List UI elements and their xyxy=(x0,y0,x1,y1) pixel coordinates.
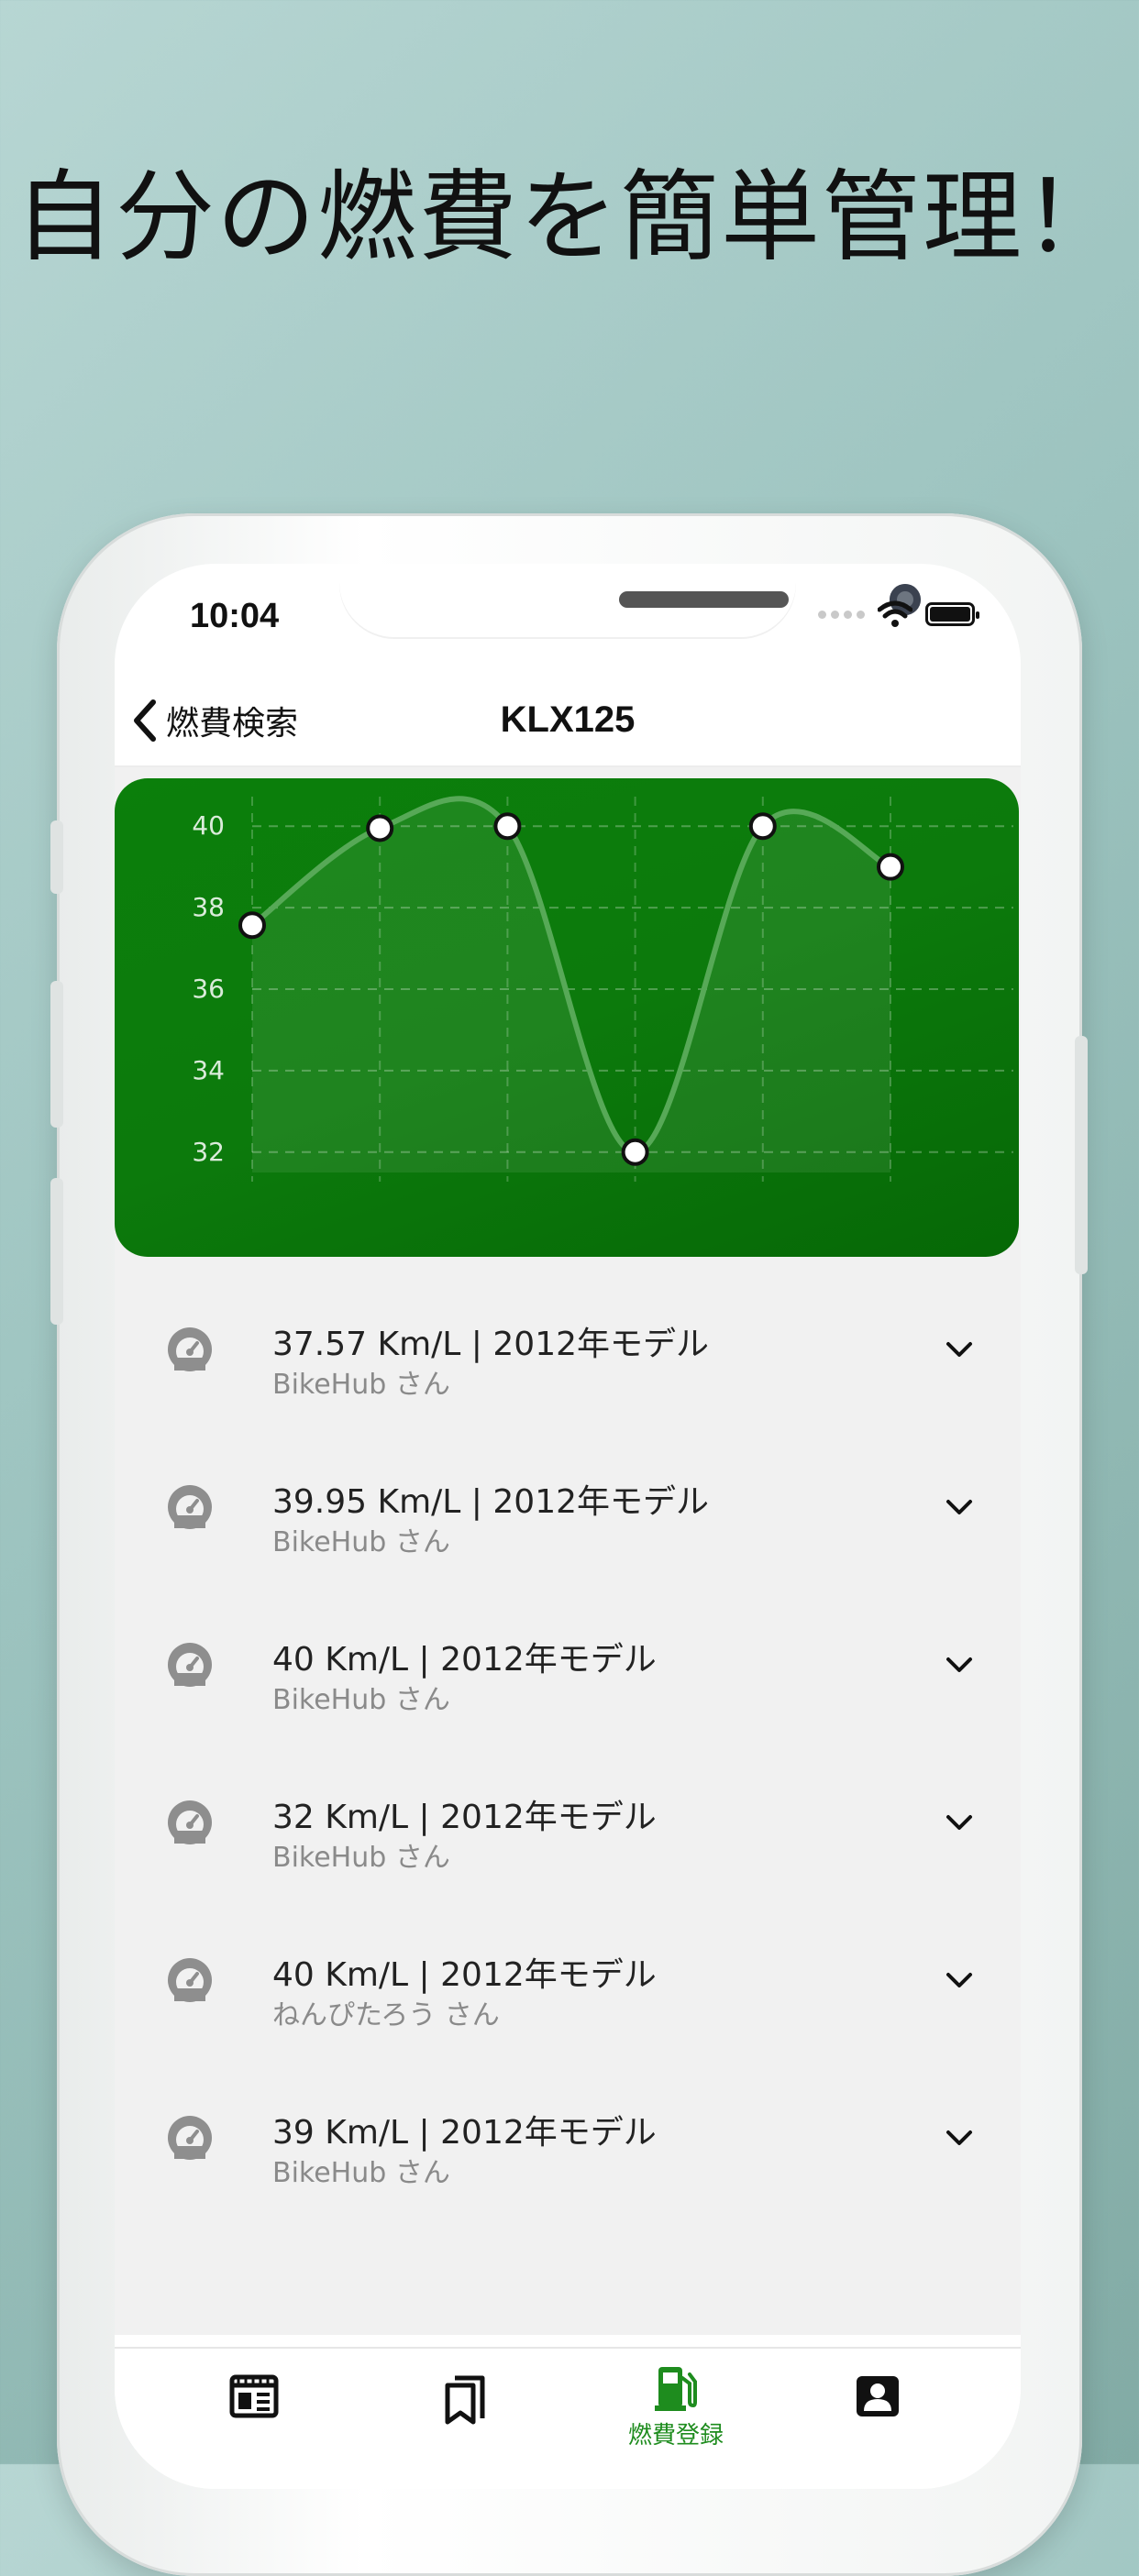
tab-bookmarks[interactable] xyxy=(410,2374,520,2429)
side-button-silent xyxy=(50,820,63,894)
record-title: 40 Km/L | 2012年モデル xyxy=(272,1641,657,1679)
fuel-economy-chart: 40 38 36 34 32 xyxy=(115,778,1019,1257)
navigation-bar: 燃費検索 KLX125 xyxy=(115,674,1021,767)
chevron-down-icon[interactable] xyxy=(944,1493,975,1521)
list-item[interactable]: 39 Km/L | 2012年モデル BikeHub さん xyxy=(115,2060,1021,2218)
headline: 自分の燃費を簡単管理！ xyxy=(14,160,1124,275)
record-list: 37.57 Km/L | 2012年モデル BikeHub さん 39.95 K… xyxy=(115,1271,1021,2218)
content-area: 40 38 36 34 32 37.57 Km/L | 2012年モデル BikeHub… xyxy=(115,767,1021,2335)
side-button-volume-down xyxy=(50,1178,63,1325)
list-item[interactable]: 40 Km/L | 2012年モデル ねんぴたろう さん xyxy=(115,1902,1021,2060)
tab-bar: 燃費登録 xyxy=(115,2347,1021,2489)
series-area xyxy=(252,798,890,1172)
page-title: KLX125 xyxy=(500,699,636,740)
record-user: BikeHub さん xyxy=(272,2157,450,2189)
contact-card-icon xyxy=(857,2376,899,2416)
chevron-down-icon[interactable] xyxy=(944,1336,975,1363)
side-button-power xyxy=(1075,1036,1088,1274)
record-title: 37.57 Km/L | 2012年モデル xyxy=(272,1326,709,1363)
tab-profile[interactable] xyxy=(823,2374,933,2422)
notch xyxy=(339,564,921,637)
bookmarks-icon xyxy=(445,2375,485,2425)
data-point xyxy=(366,814,394,842)
battery-icon xyxy=(925,602,979,626)
gauge-icon xyxy=(168,1327,212,1371)
y-tick-label: 32 xyxy=(192,1137,225,1167)
list-item[interactable]: 39.95 Km/L | 2012年モデル BikeHub さん xyxy=(115,1429,1021,1587)
y-tick-label: 38 xyxy=(192,892,225,922)
chevron-down-icon[interactable] xyxy=(944,1809,975,1836)
record-user: BikeHub さん xyxy=(272,1684,450,1716)
fuel-pump-icon xyxy=(655,2367,697,2411)
tab-news[interactable] xyxy=(199,2374,309,2422)
gauge-icon xyxy=(168,2116,212,2160)
chevron-down-icon[interactable] xyxy=(944,2124,975,2152)
data-point xyxy=(748,812,777,841)
y-tick-label: 36 xyxy=(192,974,225,1004)
y-tick-label: 34 xyxy=(192,1055,225,1085)
gauge-icon xyxy=(168,1485,212,1529)
chevron-down-icon[interactable] xyxy=(944,1651,975,1679)
tab-fuel-register-label: 燃費登録 xyxy=(627,2422,724,2449)
chart-svg: 40 38 36 34 32 xyxy=(192,796,1013,1182)
wifi-icon xyxy=(878,600,912,627)
record-user: BikeHub さん xyxy=(272,1842,450,1874)
data-point xyxy=(238,911,266,940)
tab-fuel-register[interactable]: 燃費登録 xyxy=(621,2365,731,2450)
record-title: 40 Km/L | 2012年モデル xyxy=(272,1956,657,1994)
gauge-icon xyxy=(168,1800,212,1844)
chevron-down-icon[interactable] xyxy=(944,1966,975,1994)
phone-screen: 10:04 燃費検索 KLX125 40 38 36 34 32 37.57 Km/L … xyxy=(115,564,1021,2489)
speaker-grille xyxy=(619,591,789,608)
record-user: ねんぴたろう さん xyxy=(272,1999,500,2031)
data-point xyxy=(493,812,522,841)
record-user: BikeHub さん xyxy=(272,1369,450,1401)
side-button-volume-up xyxy=(50,981,63,1128)
list-item[interactable]: 32 Km/L | 2012年モデル BikeHub さん xyxy=(115,1745,1021,1902)
y-tick-label: 40 xyxy=(192,810,225,841)
data-point xyxy=(621,1138,649,1166)
signal-icon xyxy=(818,610,865,619)
data-point xyxy=(877,853,904,881)
gauge-icon xyxy=(168,1958,212,2002)
gauge-icon xyxy=(168,1643,212,1687)
record-user: BikeHub さん xyxy=(272,1526,450,1558)
list-item[interactable]: 37.57 Km/L | 2012年モデル BikeHub さん xyxy=(115,1271,1021,1429)
news-icon xyxy=(229,2374,279,2418)
list-item[interactable]: 40 Km/L | 2012年モデル BikeHub さん xyxy=(115,1587,1021,1745)
status-indicators xyxy=(818,600,979,628)
record-title: 39.95 Km/L | 2012年モデル xyxy=(272,1483,709,1521)
record-title: 32 Km/L | 2012年モデル xyxy=(272,1799,657,1836)
record-title: 39 Km/L | 2012年モデル xyxy=(272,2114,657,2152)
status-time: 10:04 xyxy=(190,597,280,635)
